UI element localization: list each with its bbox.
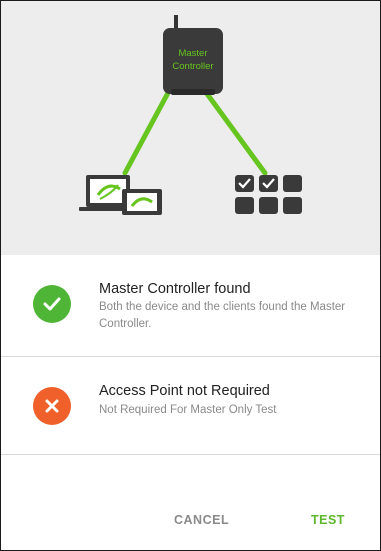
master-controller-icon: Master Controller <box>163 15 223 95</box>
link-to-client-devices <box>122 88 172 176</box>
check-row-master-controller: Master Controller found Both the device … <box>1 255 380 356</box>
dialog: Master Controller Master Controller foun… <box>0 0 381 551</box>
success-badge <box>33 285 71 323</box>
close-icon <box>45 399 59 413</box>
check-description: Both the device and the clients found th… <box>99 301 346 330</box>
check-title: Access Point not Required <box>99 383 270 399</box>
divider <box>1 454 380 455</box>
controller-label-line1: Master <box>178 48 207 59</box>
checkmark-icon <box>43 297 61 311</box>
client-devices-icon <box>79 175 162 215</box>
controller-label-line2: Controller <box>172 61 213 72</box>
check-description: Not Required For Master Only Test <box>99 404 277 416</box>
network-diagram: Master Controller <box>79 15 302 215</box>
check-row-access-point: Access Point not Required Not Required F… <box>1 357 380 454</box>
error-badge <box>33 387 71 425</box>
cancel-button[interactable]: CANCEL <box>174 513 229 527</box>
check-title: Master Controller found <box>99 281 251 297</box>
test-button[interactable]: TEST <box>311 513 345 527</box>
network-illustration: Master Controller <box>1 1 380 255</box>
access-panel-grid-icon <box>235 175 302 214</box>
link-to-access-panel <box>202 88 268 176</box>
